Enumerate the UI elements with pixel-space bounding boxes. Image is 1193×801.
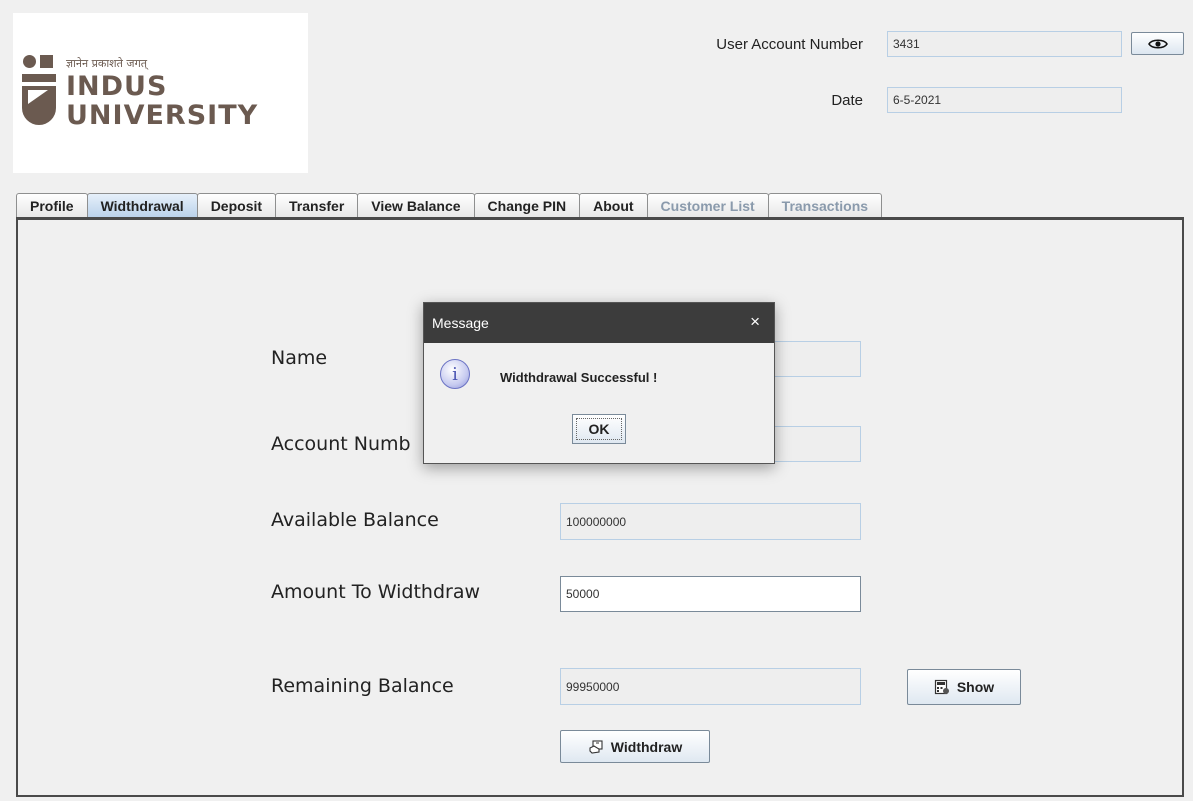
tab-bar: Profile Widthdrawal Deposit Transfer Vie… (16, 193, 883, 218)
info-icon: i (440, 359, 470, 389)
message-dialog: Message × i Widthdrawal Successful ! OK (423, 302, 775, 464)
show-button[interactable]: Show (907, 669, 1021, 705)
ok-button[interactable]: OK (572, 414, 626, 444)
tab-about[interactable]: About (579, 193, 648, 217)
tab-change-pin[interactable]: Change PIN (473, 193, 581, 217)
date-label: Date (831, 92, 863, 109)
account-number-label: Account Numb (271, 433, 411, 455)
logo-dot (23, 55, 36, 68)
amount-to-widthdraw-label: Amount To Widthdraw (271, 581, 480, 603)
dialog-message: Widthdrawal Successful ! (500, 370, 658, 385)
logo-text-indus: INDUS (66, 71, 168, 102)
tab-customer-list: Customer List (646, 193, 769, 217)
calculator-icon (934, 679, 949, 695)
widthdraw-button[interactable]: Widthdraw (560, 730, 710, 763)
dialog-titlebar[interactable]: Message × (424, 303, 774, 343)
remaining-balance-field[interactable]: 99950000 (560, 668, 861, 705)
logo-shield-icon (22, 74, 56, 125)
tab-profile[interactable]: Profile (16, 193, 88, 217)
info-icon-glyph: i (452, 363, 458, 385)
logo-tagline: ज्ञानेन प्रकाशते जगत् (66, 57, 148, 70)
logo-square (40, 55, 53, 68)
hand-money-icon (589, 739, 603, 754)
logo-text-university: UNIVERSITY (66, 100, 259, 131)
tab-deposit[interactable]: Deposit (196, 193, 277, 217)
name-label: Name (271, 347, 328, 369)
available-balance-label: Available Balance (271, 509, 439, 531)
user-account-number-label: User Account Number (716, 36, 863, 53)
close-icon[interactable]: × (750, 313, 760, 331)
tab-view-balance[interactable]: View Balance (357, 193, 475, 217)
remaining-balance-label: Remaining Balance (271, 675, 454, 697)
eye-icon (1147, 38, 1168, 49)
user-account-number-field[interactable]: 3431 (887, 31, 1122, 57)
show-button-label: Show (956, 679, 995, 695)
tab-widthdrawal[interactable]: Widthdrawal (86, 193, 198, 218)
amount-to-widthdraw-input[interactable]: 50000 (560, 576, 861, 612)
reveal-account-button[interactable] (1131, 32, 1184, 55)
tab-transfer[interactable]: Transfer (275, 193, 359, 217)
tab-transactions: Transactions (767, 193, 883, 217)
widthdraw-button-label: Widthdraw (610, 738, 683, 755)
available-balance-field[interactable]: 100000000 (560, 503, 861, 540)
dialog-title: Message (432, 315, 489, 331)
date-field[interactable]: 6-5-2021 (887, 87, 1122, 113)
university-logo: ज्ञानेन प्रकाशते जगत् INDUS UNIVERSITY (13, 13, 308, 173)
